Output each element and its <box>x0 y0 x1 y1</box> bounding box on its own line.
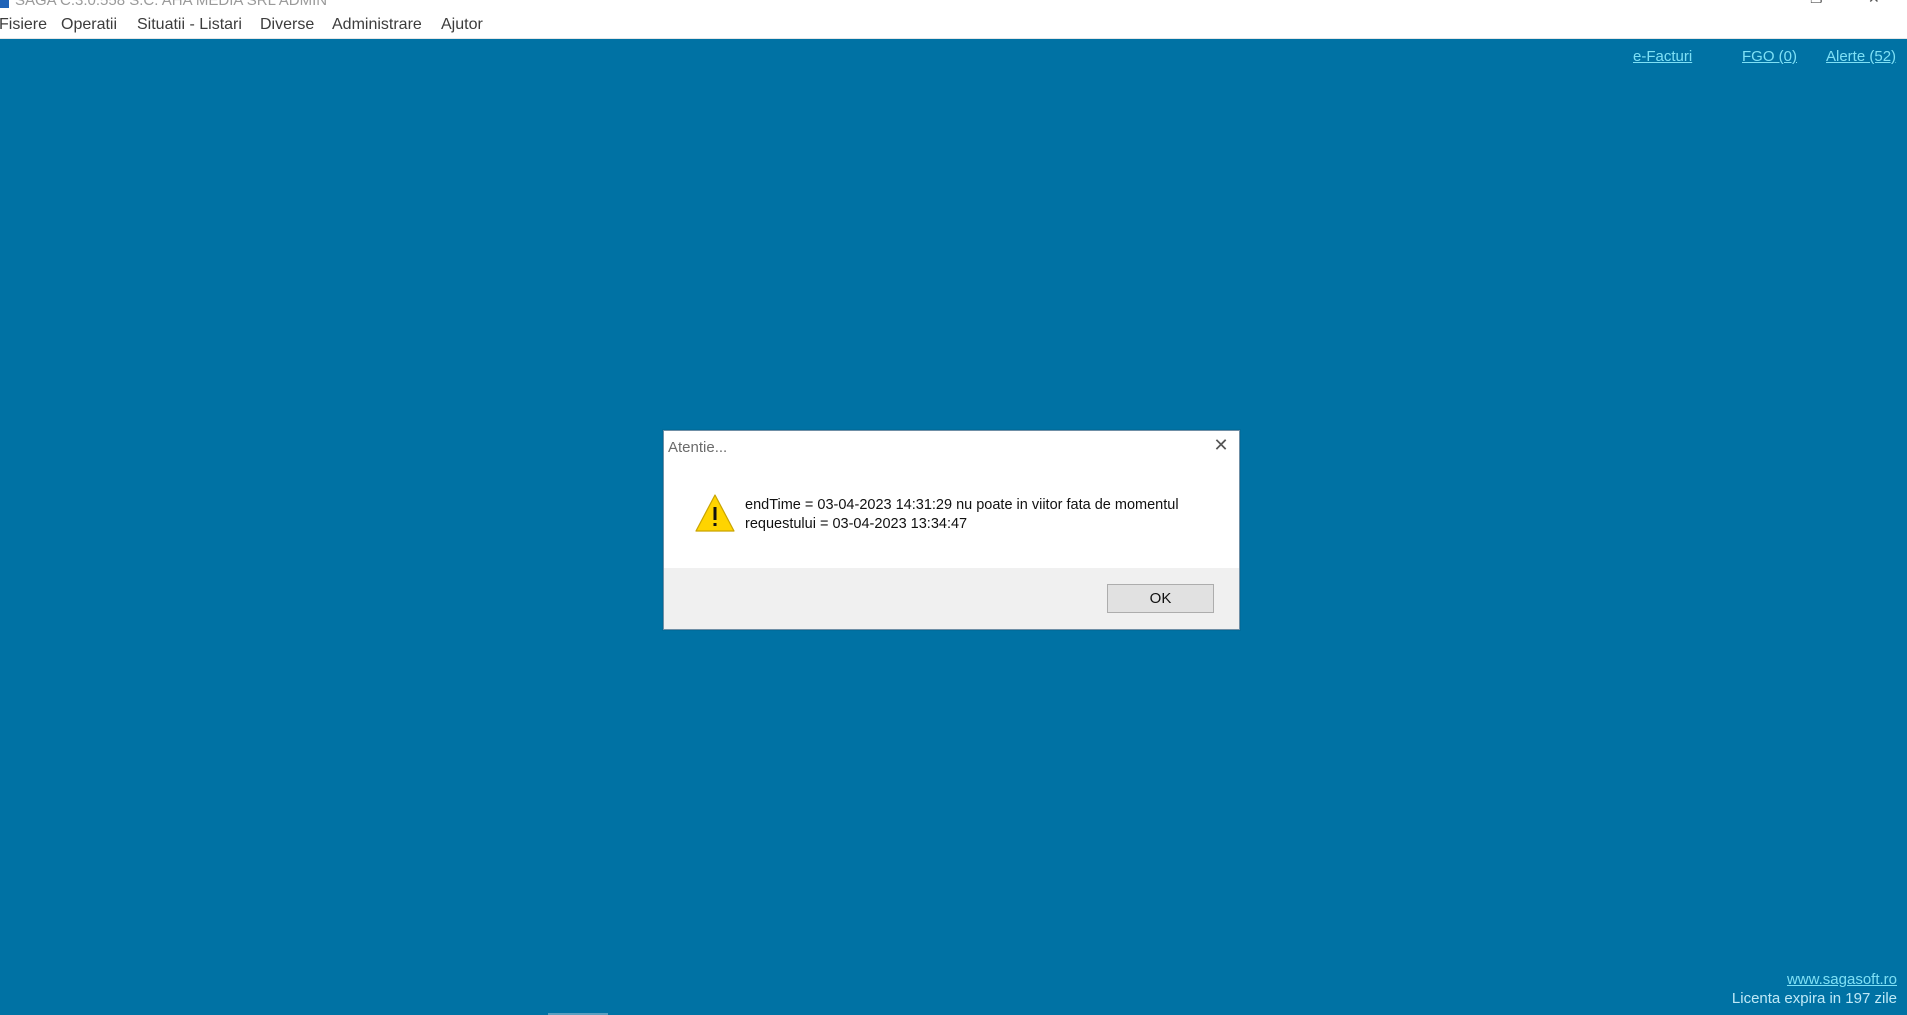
restore-icon[interactable]: ❐ <box>1810 0 1823 6</box>
menu-ajutor[interactable]: Ajutor <box>441 16 483 34</box>
close-icon[interactable]: ✕ <box>1868 0 1880 6</box>
menu-operatii[interactable]: Operatii <box>61 16 117 34</box>
efacturi-link[interactable]: e-Facturi <box>1633 48 1692 65</box>
menu-fisiere[interactable]: Fisiere <box>0 16 47 34</box>
dialog-close-icon[interactable]: ✕ <box>1211 436 1231 456</box>
dialog-button-bar: OK <box>664 568 1239 629</box>
alert-dialog: Atentie... ✕ endTime = 03-04-2023 14:31:… <box>663 430 1240 630</box>
menu-bar: Fisiere Operatii Situatii - Listari Dive… <box>0 10 1907 39</box>
license-status: Licenta expira in 197 zile <box>1731 990 1897 1007</box>
window-title: SAGA C.3.0.558 S.C. AHA MEDIA SRL ADMIN <box>15 0 328 9</box>
dialog-title: Atentie... <box>668 439 728 456</box>
dialog-message-line-1: endTime = 03-04-2023 14:31:29 nu poate i… <box>745 497 1179 513</box>
footer-info: www.sagasoft.ro Licenta expira in 197 zi… <box>1732 970 1897 1008</box>
alerte-link[interactable]: Alerte (52) <box>1826 48 1896 65</box>
dialog-message: endTime = 03-04-2023 14:31:29 nu poate i… <box>745 496 1215 534</box>
menu-situatii-listari[interactable]: Situatii - Listari <box>137 16 242 34</box>
warning-icon <box>695 494 735 532</box>
dialog-message-line-2: requestului = 03-04-2023 13:34:47 <box>745 516 968 532</box>
menu-diverse[interactable]: Diverse <box>260 16 314 34</box>
window-titlebar[interactable]: SAGA C.3.0.558 S.C. AHA MEDIA SRL ADMIN … <box>0 0 1907 10</box>
saga-app-icon <box>0 0 9 8</box>
menu-administrare[interactable]: Administrare <box>332 16 422 34</box>
fgo-link[interactable]: FGO (0) <box>1742 48 1797 65</box>
website-link[interactable]: www.sagasoft.ro <box>1732 970 1897 989</box>
ok-button[interactable]: OK <box>1107 584 1214 613</box>
